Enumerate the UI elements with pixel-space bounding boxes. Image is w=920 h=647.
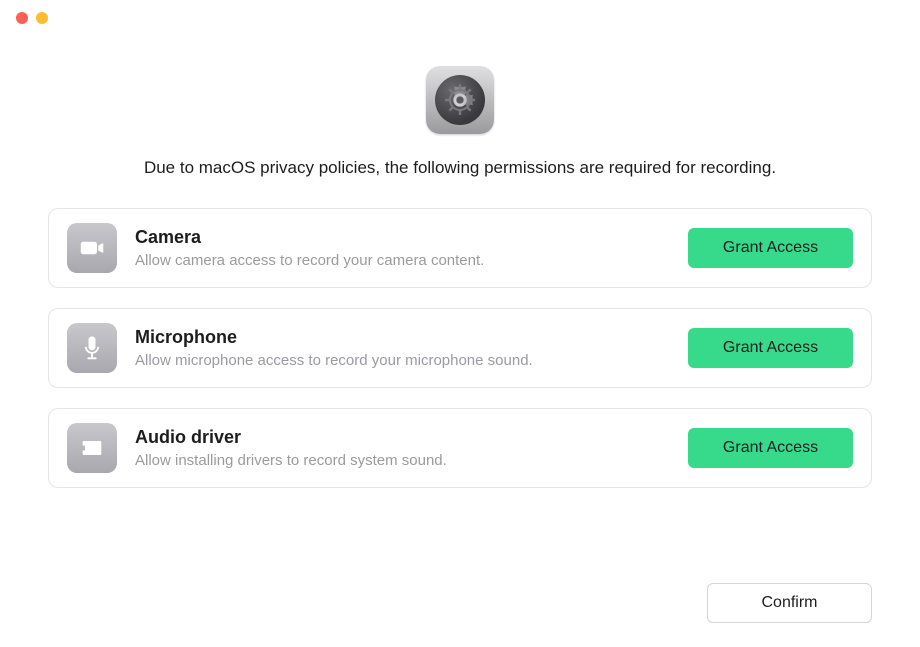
permission-title: Audio driver bbox=[135, 427, 670, 448]
confirm-button[interactable]: Confirm bbox=[707, 583, 872, 623]
minimize-button[interactable] bbox=[36, 12, 48, 24]
close-button[interactable] bbox=[16, 12, 28, 24]
microphone-icon bbox=[67, 323, 117, 373]
permission-microphone: Microphone Allow microphone access to re… bbox=[48, 308, 872, 388]
gear-icon bbox=[440, 80, 480, 120]
permissions-dialog: Due to macOS privacy policies, the follo… bbox=[0, 0, 920, 647]
permission-description: Allow camera access to record your camer… bbox=[135, 252, 670, 269]
dialog-heading: Due to macOS privacy policies, the follo… bbox=[144, 158, 776, 178]
permission-title: Camera bbox=[135, 227, 670, 248]
permission-audio-driver: Audio driver Allow installing drivers to… bbox=[48, 408, 872, 488]
grant-audio-driver-button[interactable]: Grant Access bbox=[688, 428, 853, 468]
permissions-list: Camera Allow camera access to record you… bbox=[48, 208, 872, 488]
dialog-footer: Confirm bbox=[0, 559, 920, 647]
permission-microphone-text: Microphone Allow microphone access to re… bbox=[135, 327, 670, 369]
camera-icon bbox=[67, 223, 117, 273]
system-preferences-icon bbox=[426, 66, 494, 134]
permission-camera-text: Camera Allow camera access to record you… bbox=[135, 227, 670, 269]
dialog-content: Due to macOS privacy policies, the follo… bbox=[0, 36, 920, 559]
grant-camera-button[interactable]: Grant Access bbox=[688, 228, 853, 268]
permission-audio-driver-text: Audio driver Allow installing drivers to… bbox=[135, 427, 670, 469]
permission-description: Allow installing drivers to record syste… bbox=[135, 452, 670, 469]
permission-title: Microphone bbox=[135, 327, 670, 348]
window-titlebar bbox=[0, 0, 920, 36]
grant-microphone-button[interactable]: Grant Access bbox=[688, 328, 853, 368]
driver-extension-icon bbox=[67, 423, 117, 473]
permission-camera: Camera Allow camera access to record you… bbox=[48, 208, 872, 288]
permission-description: Allow microphone access to record your m… bbox=[135, 352, 670, 369]
